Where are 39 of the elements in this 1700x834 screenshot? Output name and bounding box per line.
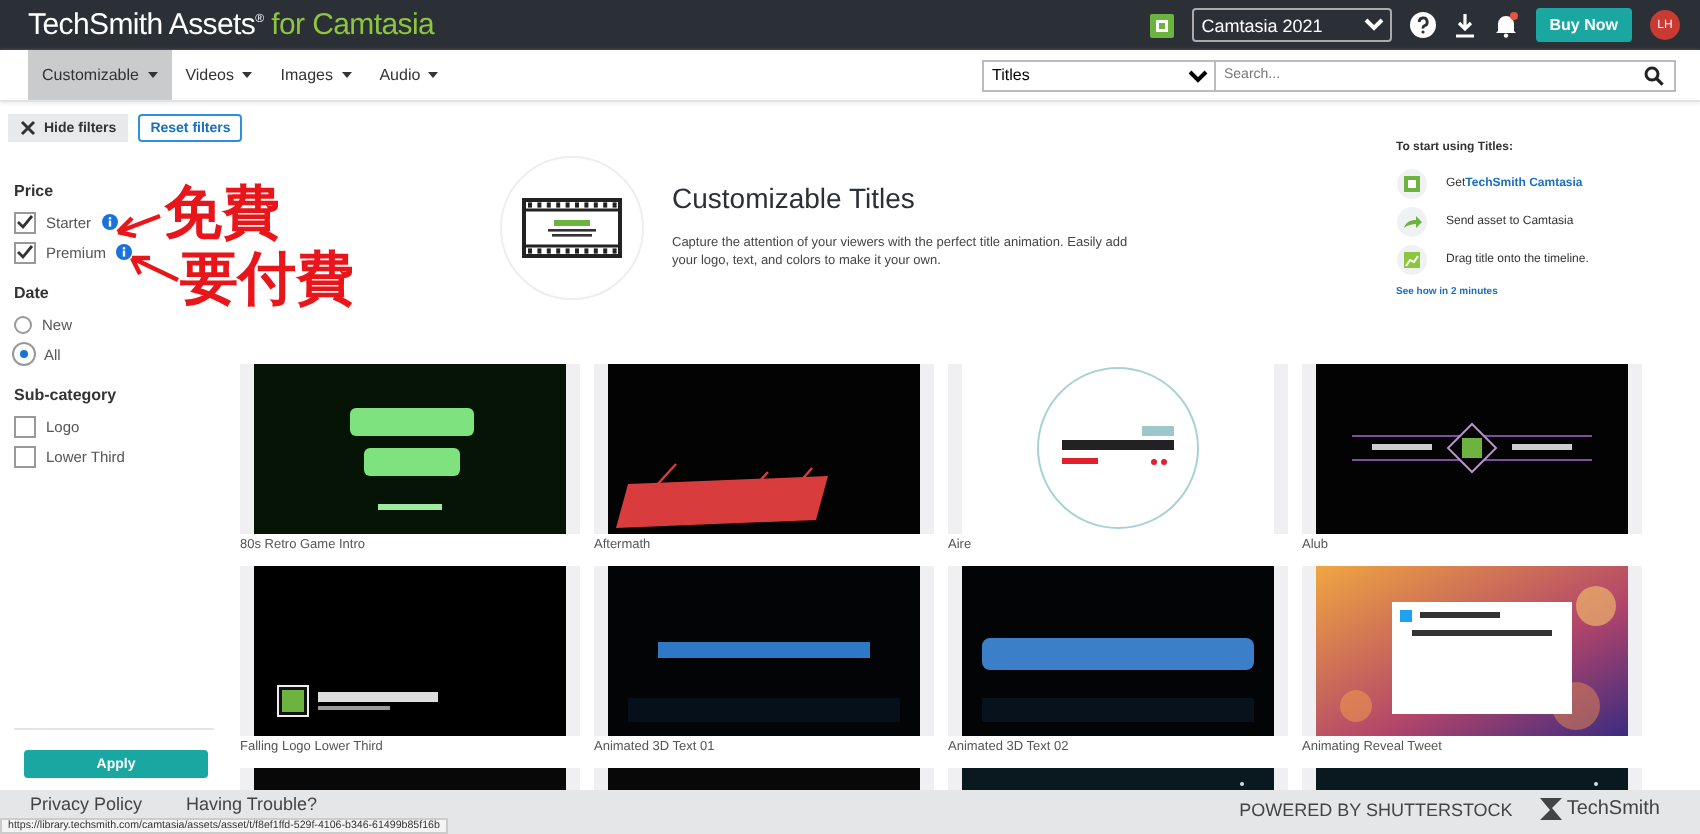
- caret-icon: [147, 72, 158, 79]
- nav-tab[interactable]: Customizable: [28, 50, 172, 100]
- camtasia-icon: [1396, 168, 1428, 200]
- radio-button[interactable]: [14, 315, 32, 333]
- close-icon: [20, 120, 36, 136]
- camtasia-icon: [1149, 13, 1174, 37]
- page-title: Customizable Titles: [672, 182, 917, 214]
- help-icon[interactable]: [1409, 12, 1436, 38]
- category-select[interactable]: Titles: [982, 59, 1216, 91]
- annotation-arrow: [124, 252, 180, 284]
- footer-link[interactable]: Privacy Policy: [30, 794, 143, 814]
- checkbox[interactable]: [14, 241, 36, 263]
- powered-by-text: POWERED BY SHUTTERSTOCK: [1239, 799, 1513, 819]
- annotation-text: 免費: [164, 184, 280, 242]
- footer-link[interactable]: Having Trouble?: [186, 794, 318, 814]
- info-icon[interactable]: [116, 244, 133, 260]
- brand-logo: TechSmith: [1540, 798, 1660, 820]
- search-icon[interactable]: [1644, 65, 1664, 85]
- logo[interactable]: TechSmith Assets$^{®}$ for Camtasia: [28, 8, 435, 42]
- caret-icon: [428, 72, 439, 79]
- download-icon[interactable]: [1453, 13, 1476, 37]
- brand-mark-icon: [1540, 798, 1563, 820]
- nav-tab[interactable]: Images: [266, 50, 366, 100]
- checkbox[interactable]: [14, 211, 36, 233]
- bell-icon[interactable]: [1493, 12, 1518, 38]
- film-title-icon: [522, 198, 622, 258]
- info-icon[interactable]: [101, 214, 118, 230]
- nav-tab[interactable]: Videos: [171, 50, 267, 100]
- filter-heading: Sub-category: [14, 386, 119, 404]
- caret-icon: [242, 72, 253, 79]
- nav-tab[interactable]: Audio: [365, 50, 453, 100]
- chart-icon: [1396, 244, 1428, 276]
- checkbox[interactable]: [14, 415, 36, 437]
- filter-heading: Date: [14, 284, 51, 302]
- checkbox[interactable]: [14, 445, 36, 467]
- caret-icon: [341, 72, 352, 79]
- filter-heading: Price: [14, 182, 56, 200]
- annotation-text: 要付費: [180, 250, 354, 308]
- product-select[interactable]: Camtasia 2021: [1191, 8, 1392, 42]
